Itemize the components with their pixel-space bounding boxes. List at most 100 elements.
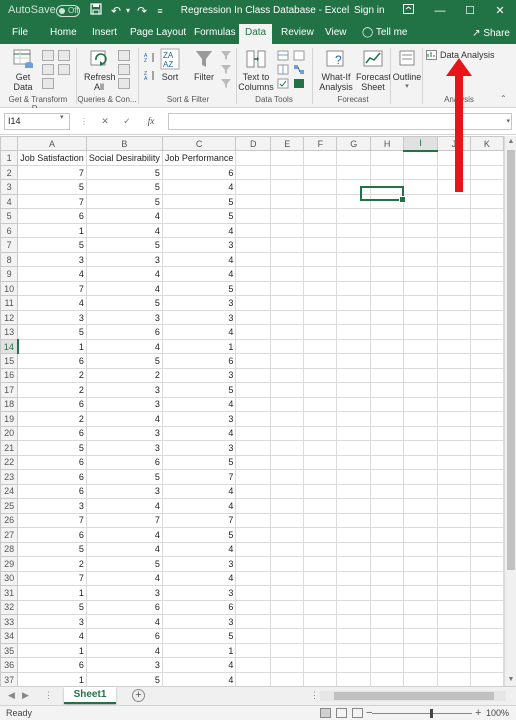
cell[interactable] (235, 469, 272, 485)
cell[interactable] (336, 266, 371, 282)
cell[interactable] (403, 251, 438, 268)
cell[interactable] (303, 382, 338, 398)
cell[interactable]: 6 (17, 483, 87, 500)
cell[interactable] (469, 527, 504, 543)
cell[interactable] (270, 179, 305, 195)
redo-icon[interactable]: ↷ (134, 3, 150, 19)
cell[interactable] (369, 222, 405, 239)
cell[interactable]: 6 (85, 454, 163, 471)
cell[interactable]: 7 (17, 193, 87, 210)
text-to-columns-button[interactable]: Text to Columns (238, 48, 274, 92)
cell[interactable] (303, 642, 338, 659)
row-header[interactable]: 11 (0, 295, 19, 311)
row-header[interactable]: 26 (0, 512, 19, 529)
page-break-view-icon[interactable] (352, 708, 363, 718)
cell[interactable] (235, 584, 272, 601)
cell[interactable]: 5 (85, 237, 163, 253)
cell[interactable]: 3 (161, 411, 237, 427)
cell[interactable]: 4 (161, 425, 237, 442)
cell[interactable] (469, 411, 504, 427)
cell[interactable]: 3 (161, 556, 237, 572)
cell[interactable] (436, 338, 471, 355)
cell[interactable]: 5 (17, 440, 87, 456)
worksheet-grid[interactable]: ABCDEFGHIJK 1 Job Satisfaction Social Desi… (0, 136, 504, 686)
cell[interactable] (303, 440, 338, 456)
cell[interactable]: 4 (161, 396, 237, 413)
cell[interactable] (469, 193, 504, 210)
column-header[interactable]: F (303, 136, 338, 152)
cell[interactable] (270, 396, 305, 413)
cell[interactable]: 4 (85, 280, 163, 297)
cell[interactable] (270, 266, 305, 282)
tab-data[interactable]: Data (239, 24, 273, 44)
cell[interactable]: 5 (161, 628, 237, 644)
cell[interactable] (369, 150, 405, 166)
cell[interactable] (403, 483, 438, 500)
cell[interactable] (270, 613, 305, 630)
row-header[interactable]: 1 (0, 150, 19, 166)
row-header[interactable]: 5 (0, 208, 19, 224)
cell[interactable] (235, 353, 272, 369)
cell[interactable]: 1 (17, 222, 87, 239)
cell[interactable] (270, 208, 305, 224)
column-header[interactable]: D (235, 136, 272, 152)
consolidate-icon[interactable] (293, 50, 305, 61)
cell[interactable] (469, 613, 504, 630)
cell[interactable]: 6 (17, 469, 87, 485)
column-header[interactable]: I (403, 136, 438, 153)
cell[interactable]: 3 (161, 584, 237, 601)
cell[interactable] (336, 324, 371, 340)
cell[interactable] (469, 570, 504, 587)
cell[interactable]: 3 (161, 309, 237, 326)
outline-button[interactable]: Outline ▾ (392, 48, 422, 92)
cell[interactable] (469, 251, 504, 268)
manage-data-model-icon[interactable] (293, 78, 305, 89)
cell[interactable] (403, 498, 438, 514)
cell[interactable]: 7 (85, 512, 163, 529)
refresh-all-button[interactable]: Refresh All (84, 48, 116, 92)
cell[interactable] (303, 367, 338, 384)
cell[interactable] (403, 556, 438, 572)
reapply-icon[interactable] (220, 64, 232, 75)
cell[interactable]: 6 (85, 599, 163, 616)
row-header[interactable]: 16 (0, 367, 19, 384)
cell[interactable] (369, 338, 405, 355)
cell[interactable] (369, 527, 405, 543)
row-header[interactable]: 3 (0, 179, 19, 195)
cell[interactable]: 6 (17, 657, 87, 673)
cell[interactable] (235, 367, 272, 384)
cell[interactable]: 4 (85, 498, 163, 514)
cell[interactable] (436, 671, 471, 686)
cell[interactable]: 4 (161, 570, 237, 587)
cell[interactable]: 7 (17, 164, 87, 181)
cell[interactable]: 2 (17, 411, 87, 427)
cell[interactable] (403, 237, 438, 253)
flash-fill-icon[interactable] (277, 50, 289, 61)
cell[interactable] (403, 164, 438, 181)
cell[interactable] (369, 324, 405, 340)
row-header[interactable]: 22 (0, 454, 19, 471)
cell[interactable]: 5 (85, 179, 163, 195)
cell[interactable]: 5 (161, 208, 237, 224)
cell[interactable] (303, 512, 338, 529)
queries-connections-icon[interactable] (118, 50, 130, 61)
cell[interactable]: 6 (85, 628, 163, 644)
cell[interactable] (403, 584, 438, 601)
cell[interactable] (303, 411, 338, 427)
cell[interactable] (303, 164, 338, 181)
cell[interactable]: 4 (85, 570, 163, 587)
sheet-tab-sheet1[interactable]: Sheet1 (64, 687, 116, 704)
cell[interactable] (403, 411, 438, 427)
tab-view[interactable]: View (325, 26, 347, 44)
cell[interactable] (469, 295, 504, 311)
cell[interactable] (403, 671, 438, 686)
cell[interactable] (403, 266, 438, 282)
cell[interactable] (403, 353, 438, 369)
cell[interactable] (403, 208, 438, 224)
cell[interactable] (369, 454, 405, 471)
cell[interactable] (235, 642, 272, 659)
cell[interactable]: 4 (85, 411, 163, 427)
select-all-corner[interactable] (0, 136, 19, 152)
zoom-in-icon[interactable]: + (475, 707, 481, 719)
cell[interactable] (336, 628, 371, 644)
